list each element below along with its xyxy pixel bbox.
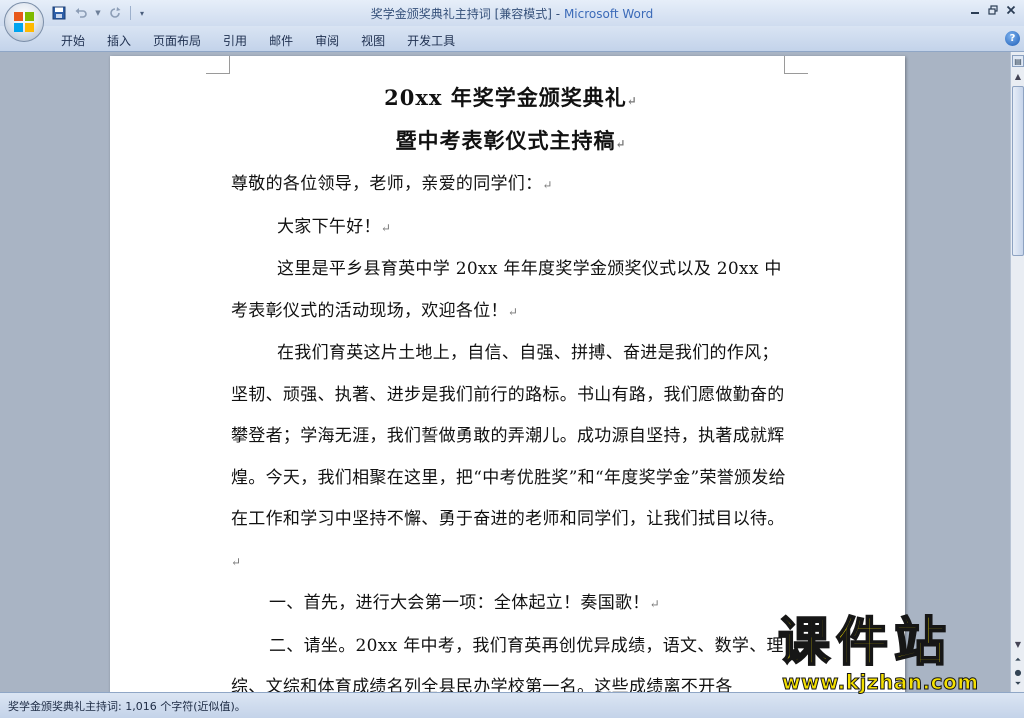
window-title: 奖学金颁奖典礼主持词 [兼容模式] - Microsoft Word	[0, 5, 1024, 22]
watermark-title: 课件站	[777, 613, 953, 673]
office-button[interactable]	[4, 2, 44, 42]
help-icon[interactable]: ?	[1005, 31, 1020, 46]
paragraph: 大家下午好！↵	[277, 216, 392, 237]
next-page-icon[interactable]: ⏷	[1012, 678, 1024, 690]
title-separator: -	[551, 7, 564, 21]
document-body[interactable]: 20xx 年奖学金颁奖典礼↵ 暨中考表彰仪式主持稿↵ 尊敬的各位领导，老师，亲爱…	[231, 78, 791, 692]
word-count-status[interactable]: 奖学金颁奖典礼主持词: 1,016 个字符(近似值)。	[8, 698, 246, 714]
paragraph: 一、首先，进行大会第一项：全体起立！奏国歌！↵	[269, 593, 660, 613]
document-name: 奖学金颁奖典礼主持词 [兼容模式]	[370, 7, 552, 21]
tab-view[interactable]: 视图	[350, 30, 396, 51]
ribbon-tabs: 开始 插入 页面布局 引用 邮件 审阅 视图 开发工具	[50, 30, 466, 51]
document-page[interactable]: 20xx 年奖学金颁奖典礼↵ 暨中考表彰仪式主持稿↵ 尊敬的各位领导，老师，亲爱…	[110, 56, 905, 692]
vertical-scrollbar[interactable]: ▤ ▲ ▼ ⏶ ● ⏷	[1010, 52, 1024, 692]
paragraph: 在我们育英这片土地上，自信、自强、拼搏、奋进是我们的作风；坚韧、顽强、执著、进步…	[231, 343, 786, 569]
view-ruler-icon[interactable]: ▤	[1012, 55, 1024, 67]
tab-insert[interactable]: 插入	[96, 30, 142, 51]
tab-home[interactable]: 开始	[50, 30, 96, 51]
minimize-icon[interactable]	[966, 2, 984, 18]
margin-corner-mark	[206, 56, 230, 74]
watermark-logo: 课件站 www.kjzhan.com	[777, 613, 1008, 695]
paragraph: 尊敬的各位领导，老师，亲爱的同学们：↵	[231, 174, 553, 194]
browse-object-icon[interactable]: ●	[1012, 666, 1024, 678]
document-title-line-2: 暨中考表彰仪式主持稿↵	[395, 128, 627, 153]
tab-review[interactable]: 审阅	[304, 30, 350, 51]
margin-corner-mark	[784, 56, 808, 74]
tab-references[interactable]: 引用	[212, 30, 258, 51]
scroll-up-icon[interactable]: ▲	[1012, 70, 1024, 82]
scrollbar-thumb[interactable]	[1012, 86, 1024, 256]
previous-page-icon[interactable]: ⏶	[1012, 654, 1024, 666]
document-title-line-1: 20xx 年奖学金颁奖典礼↵	[384, 85, 638, 110]
status-bar: 奖学金颁奖典礼主持词: 1,016 个字符(近似值)。	[0, 692, 1024, 718]
watermark-url: www.kjzhan.com	[782, 670, 979, 695]
scroll-down-icon[interactable]: ▼	[1012, 638, 1024, 650]
tab-developer[interactable]: 开发工具	[396, 30, 466, 51]
ribbon: 开始 插入 页面布局 引用 邮件 审阅 视图 开发工具 ?	[0, 26, 1024, 52]
tab-mailings[interactable]: 邮件	[258, 30, 304, 51]
restore-icon[interactable]	[984, 2, 1002, 18]
title-bar: ▼ ▾ 奖学金颁奖典礼主持词 [兼容模式] - Microsoft Word	[0, 0, 1024, 26]
close-icon[interactable]	[1002, 2, 1020, 18]
document-workspace: 20xx 年奖学金颁奖典礼↵ 暨中考表彰仪式主持稿↵ 尊敬的各位领导，老师，亲爱…	[0, 52, 1010, 692]
paragraph: 这里是平乡县育英中学 20xx 年年度奖学金颁奖仪式以及 20xx 中考表彰仪式…	[231, 259, 782, 321]
app-name: Microsoft Word	[563, 7, 654, 21]
office-logo-icon	[14, 12, 34, 32]
window-controls	[966, 2, 1020, 18]
tab-page-layout[interactable]: 页面布局	[142, 30, 212, 51]
paragraph: 二、请坐。20xx 年中考，我们育英再创优异成绩，语文、数学、理综、文综和体育成…	[231, 635, 784, 693]
